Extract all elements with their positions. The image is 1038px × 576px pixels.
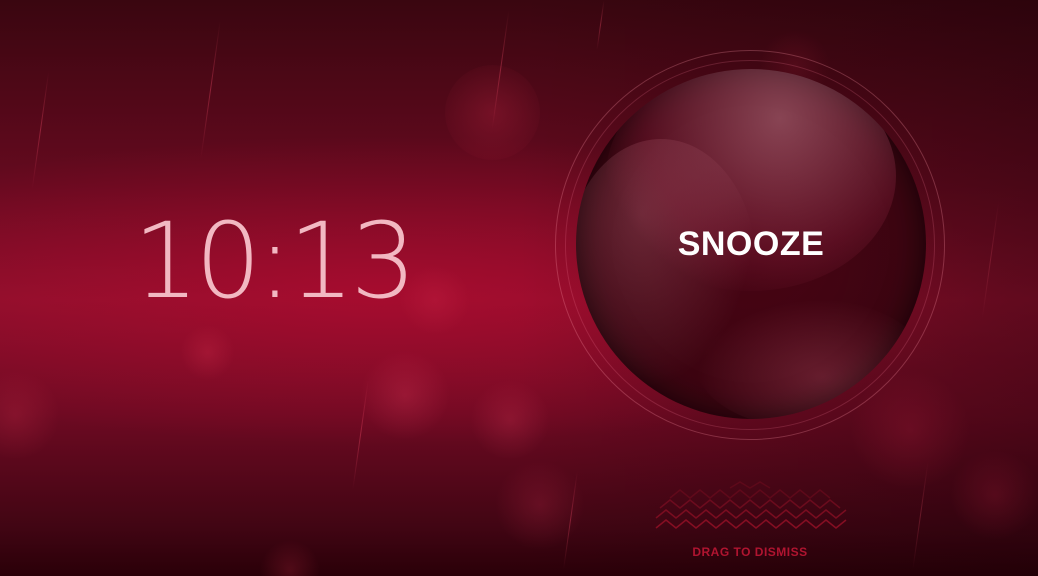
bokeh-light xyxy=(180,325,235,380)
snooze-button[interactable]: SNOOZE xyxy=(576,69,926,419)
light-streak xyxy=(491,10,510,130)
bokeh-light xyxy=(950,450,1038,540)
bokeh-light xyxy=(360,350,450,440)
bokeh-light xyxy=(0,370,60,460)
light-streak xyxy=(981,200,1000,320)
chevron-up-icon xyxy=(655,481,847,529)
light-streak xyxy=(912,460,929,570)
light-streak xyxy=(352,380,369,490)
dismiss-label: DRAG TO DISMISS xyxy=(692,545,808,559)
dismiss-handle[interactable]: DRAG TO DISMISS xyxy=(650,478,850,568)
light-streak xyxy=(200,20,221,160)
bokeh-light xyxy=(470,380,550,460)
alarm-time: 10:13 xyxy=(133,200,417,322)
snooze-label: SNOOZE xyxy=(677,225,825,263)
bokeh-light xyxy=(260,540,320,576)
bokeh-light xyxy=(495,460,585,550)
light-streak xyxy=(563,470,578,570)
alarm-screen: 10:13 SNOOZE DRAG TO DISMISS xyxy=(0,0,1038,576)
bokeh-light xyxy=(445,65,540,160)
light-streak xyxy=(31,70,50,190)
light-streak xyxy=(596,0,605,50)
